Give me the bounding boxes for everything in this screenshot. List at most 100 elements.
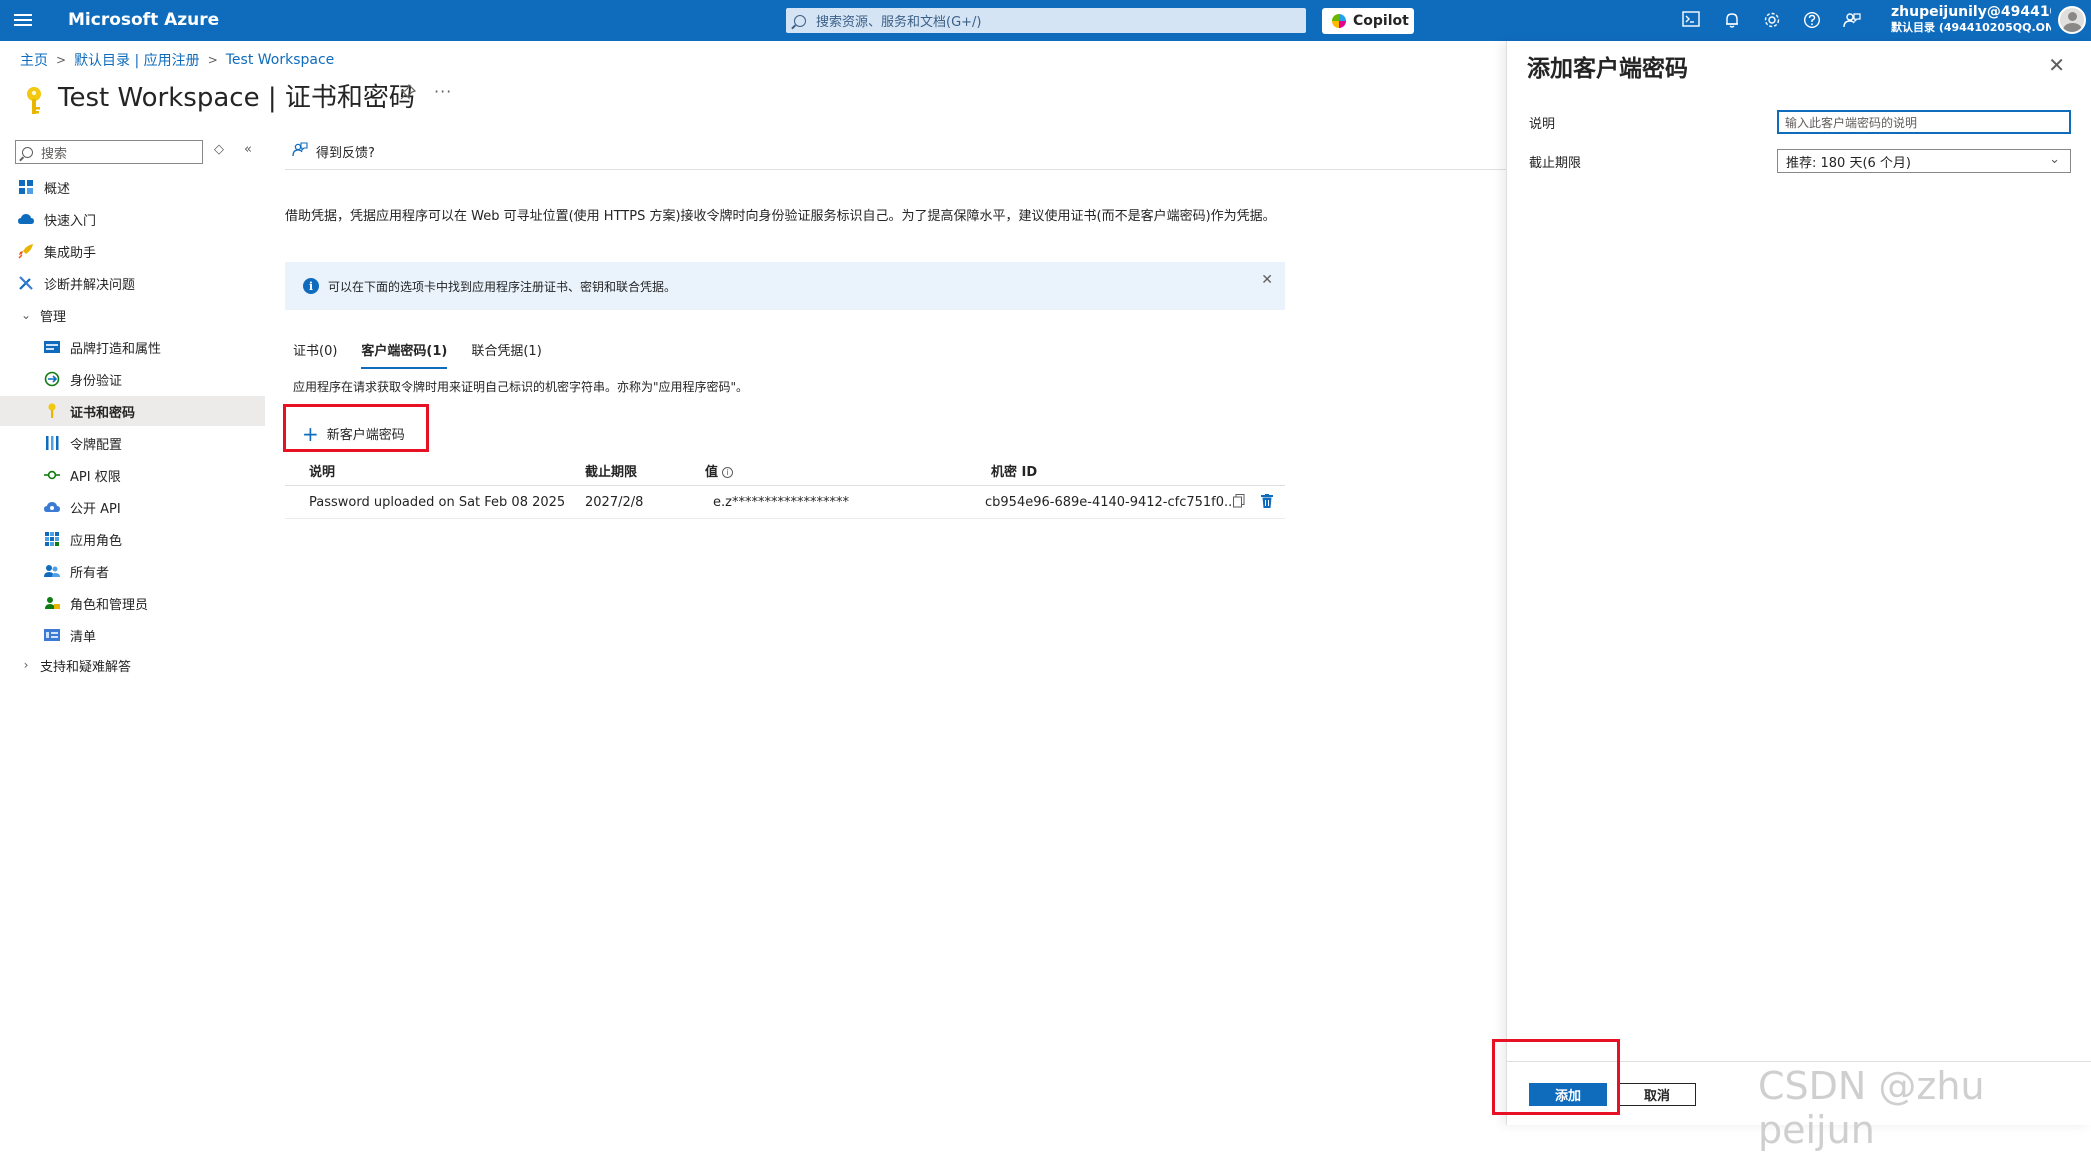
sidebar-search-placeholder: 搜索 — [41, 143, 67, 162]
copy-icon[interactable] — [1233, 494, 1245, 512]
sidebar-item-label: 所有者 — [70, 562, 109, 581]
sidebar-item-label: 公开 API — [70, 498, 121, 517]
command-bar-divider — [285, 169, 1507, 170]
tab-federated-credentials[interactable]: 联合凭据(1) — [471, 340, 541, 369]
close-icon[interactable]: ✕ — [2048, 53, 2065, 77]
sidebar-item-overview[interactable]: 概述 — [0, 172, 265, 202]
sidebar-item-api-permissions[interactable]: API 权限 — [0, 460, 265, 490]
sidebar-item-label: 清单 — [70, 626, 96, 645]
description-input[interactable]: 输入此客户端密码的说明 — [1777, 110, 2071, 134]
sidebar-item-owners[interactable]: 所有者 — [0, 556, 265, 586]
sidebar-item-label: 角色和管理员 — [70, 594, 148, 613]
global-search-input[interactable]: 搜索资源、服务和文档(G+/) — [786, 8, 1306, 33]
highlight-box-add-button — [1492, 1039, 1620, 1115]
sidebar-item-quickstart[interactable]: 快速入门 — [0, 204, 265, 234]
sidebar-item-diagnose[interactable]: 诊断并解决问题 — [0, 268, 265, 298]
breadcrumb: 主页 > 默认目录 | 应用注册 > Test Workspace — [20, 50, 334, 70]
table-row: Password uploaded on Sat Feb 08 2025 202… — [285, 486, 1285, 519]
sidebar-item-label: API 权限 — [70, 466, 121, 485]
sidebar-item-authentication[interactable]: 身份验证 — [0, 364, 265, 394]
user-directory: 默认目录 (494410205QQ.ON... — [1891, 20, 2051, 36]
chevron-right-icon: > — [208, 53, 218, 67]
feedback-person-icon — [292, 141, 308, 161]
avatar[interactable] — [2058, 6, 2086, 34]
copilot-button[interactable]: Copilot — [1322, 8, 1414, 34]
sidebar-group-support[interactable]: › 支持和疑难解答 — [0, 650, 265, 680]
manifest-icon — [44, 627, 60, 643]
cancel-button[interactable]: 取消 — [1618, 1083, 1696, 1106]
rocket-icon — [18, 243, 34, 259]
feedback-button[interactable]: 得到反馈? — [292, 141, 375, 161]
delete-trash-icon[interactable] — [1261, 494, 1273, 512]
chevron-down-icon: ⌄ — [18, 308, 34, 322]
sidebar-item-expose-api[interactable]: 公开 API — [0, 492, 265, 522]
info-icon: i — [303, 278, 319, 294]
sidebar-item-token-configuration[interactable]: 令牌配置 — [0, 428, 265, 458]
breadcrumb-home[interactable]: 主页 — [20, 50, 48, 70]
owners-icon — [44, 563, 60, 579]
breadcrumb-app-registrations[interactable]: 默认目录 | 应用注册 — [74, 50, 200, 70]
api-permission-icon — [44, 467, 60, 483]
sidebar-item-label: 令牌配置 — [70, 434, 122, 453]
client-secrets-table: 说明 截止期限 值i 机密 ID Password uploaded on Sa… — [285, 456, 1285, 519]
expires-dropdown[interactable]: 推荐: 180 天(6 个月) ⌄ — [1777, 149, 2071, 173]
copilot-label: Copilot — [1353, 13, 1409, 29]
column-header-expires: 截止期限 — [585, 461, 637, 480]
watermark-text: CSDN @zhu peijun — [1758, 1064, 2091, 1152]
client-secrets-description: 应用程序在请求获取令牌时用来证明自己标识的机密字符串。亦称为"应用程序密码"。 — [293, 378, 748, 395]
sidebar-item-integration-assistant[interactable]: 集成助手 — [0, 236, 265, 266]
sidebar-item-label: 支持和疑难解答 — [40, 656, 131, 675]
copilot-icon — [1332, 14, 1346, 28]
secret-description: Password uploaded on Sat Feb 08 2025 — [309, 495, 565, 510]
feedback-person-icon[interactable] — [1843, 11, 1861, 29]
credentials-description: 借助凭据，凭据应用程序可以在 Web 可寻址位置(使用 HTTPS 方案)接收令… — [285, 205, 1276, 224]
highlight-box-new-secret — [283, 404, 429, 452]
page-title: Test Workspace | 证书和密码 — [58, 77, 415, 114]
sidebar-group-manage[interactable]: ⌄ 管理 — [0, 300, 265, 330]
chevron-right-icon: › — [18, 658, 34, 672]
sidebar-item-app-roles[interactable]: 应用角色 — [0, 524, 265, 554]
account-info[interactable]: zhupeijunily@494410... 默认目录 (494410205QQ… — [1891, 4, 2051, 36]
sidebar-item-manifest[interactable]: 清单 — [0, 620, 265, 650]
help-question-icon[interactable] — [1803, 11, 1821, 29]
sidebar-item-label: 概述 — [44, 178, 70, 197]
info-banner-text: 可以在下面的选项卡中找到应用程序注册证书、密钥和联合凭据。 — [328, 278, 676, 295]
tab-certificates[interactable]: 证书(0) — [293, 340, 337, 369]
description-placeholder: 输入此客户端密码的说明 — [1785, 114, 1917, 131]
notifications-bell-icon[interactable] — [1723, 11, 1741, 29]
add-client-secret-panel: 添加客户端密码 ✕ 说明 输入此客户端密码的说明 截止期限 推荐: 180 天(… — [1506, 41, 2091, 1125]
close-icon[interactable]: ✕ — [1261, 272, 1273, 288]
settings-gear-icon[interactable] — [1763, 11, 1781, 29]
expand-collapse-icon[interactable]: ◇ — [214, 142, 224, 157]
tab-client-secrets[interactable]: 客户端密码(1) — [361, 340, 447, 369]
sidebar-item-label: 集成助手 — [44, 242, 96, 261]
expires-selected-value: 推荐: 180 天(6 个月) — [1786, 152, 1911, 171]
expires-label: 截止期限 — [1529, 152, 1581, 171]
wrench-icon — [18, 275, 34, 291]
secret-id[interactable]: cb954e96-689e-4140-9412-cfc751f0... — [985, 495, 1236, 510]
info-icon[interactable]: i — [722, 467, 733, 478]
branding-icon — [44, 339, 60, 355]
key-icon — [44, 403, 60, 419]
overview-icon — [18, 179, 34, 195]
breadcrumb-test-workspace[interactable]: Test Workspace — [226, 52, 335, 68]
menu-icon[interactable] — [14, 12, 32, 28]
cloud-shell-icon[interactable] — [1682, 11, 1700, 29]
column-header-value: 值i — [705, 461, 733, 480]
feedback-label: 得到反馈? — [316, 142, 375, 161]
sidebar-search-input[interactable]: 搜索 — [15, 140, 203, 164]
brand-logo[interactable]: Microsoft Azure — [68, 10, 219, 30]
quickstart-cloud-icon — [18, 211, 34, 227]
pin-icon[interactable] — [400, 84, 416, 104]
column-header-value-label: 值 — [705, 465, 718, 480]
collapse-sidebar-icon[interactable]: « — [244, 142, 252, 157]
sidebar-item-roles-admins[interactable]: 角色和管理员 — [0, 588, 265, 618]
sidebar-item-certificates-secrets[interactable]: 证书和密码 — [0, 396, 265, 426]
key-icon — [24, 86, 44, 116]
more-options-icon[interactable]: ··· — [434, 82, 452, 101]
top-bar: Microsoft Azure 搜索资源、服务和文档(G+/) Copilot … — [0, 0, 2091, 41]
secret-value[interactable]: e.z****************** — [713, 495, 849, 510]
sidebar-item-branding[interactable]: 品牌打造和属性 — [0, 332, 265, 362]
credential-tabs: 证书(0) 客户端密码(1) 联合凭据(1) — [293, 340, 542, 369]
sidebar-item-label: 诊断并解决问题 — [44, 274, 135, 293]
